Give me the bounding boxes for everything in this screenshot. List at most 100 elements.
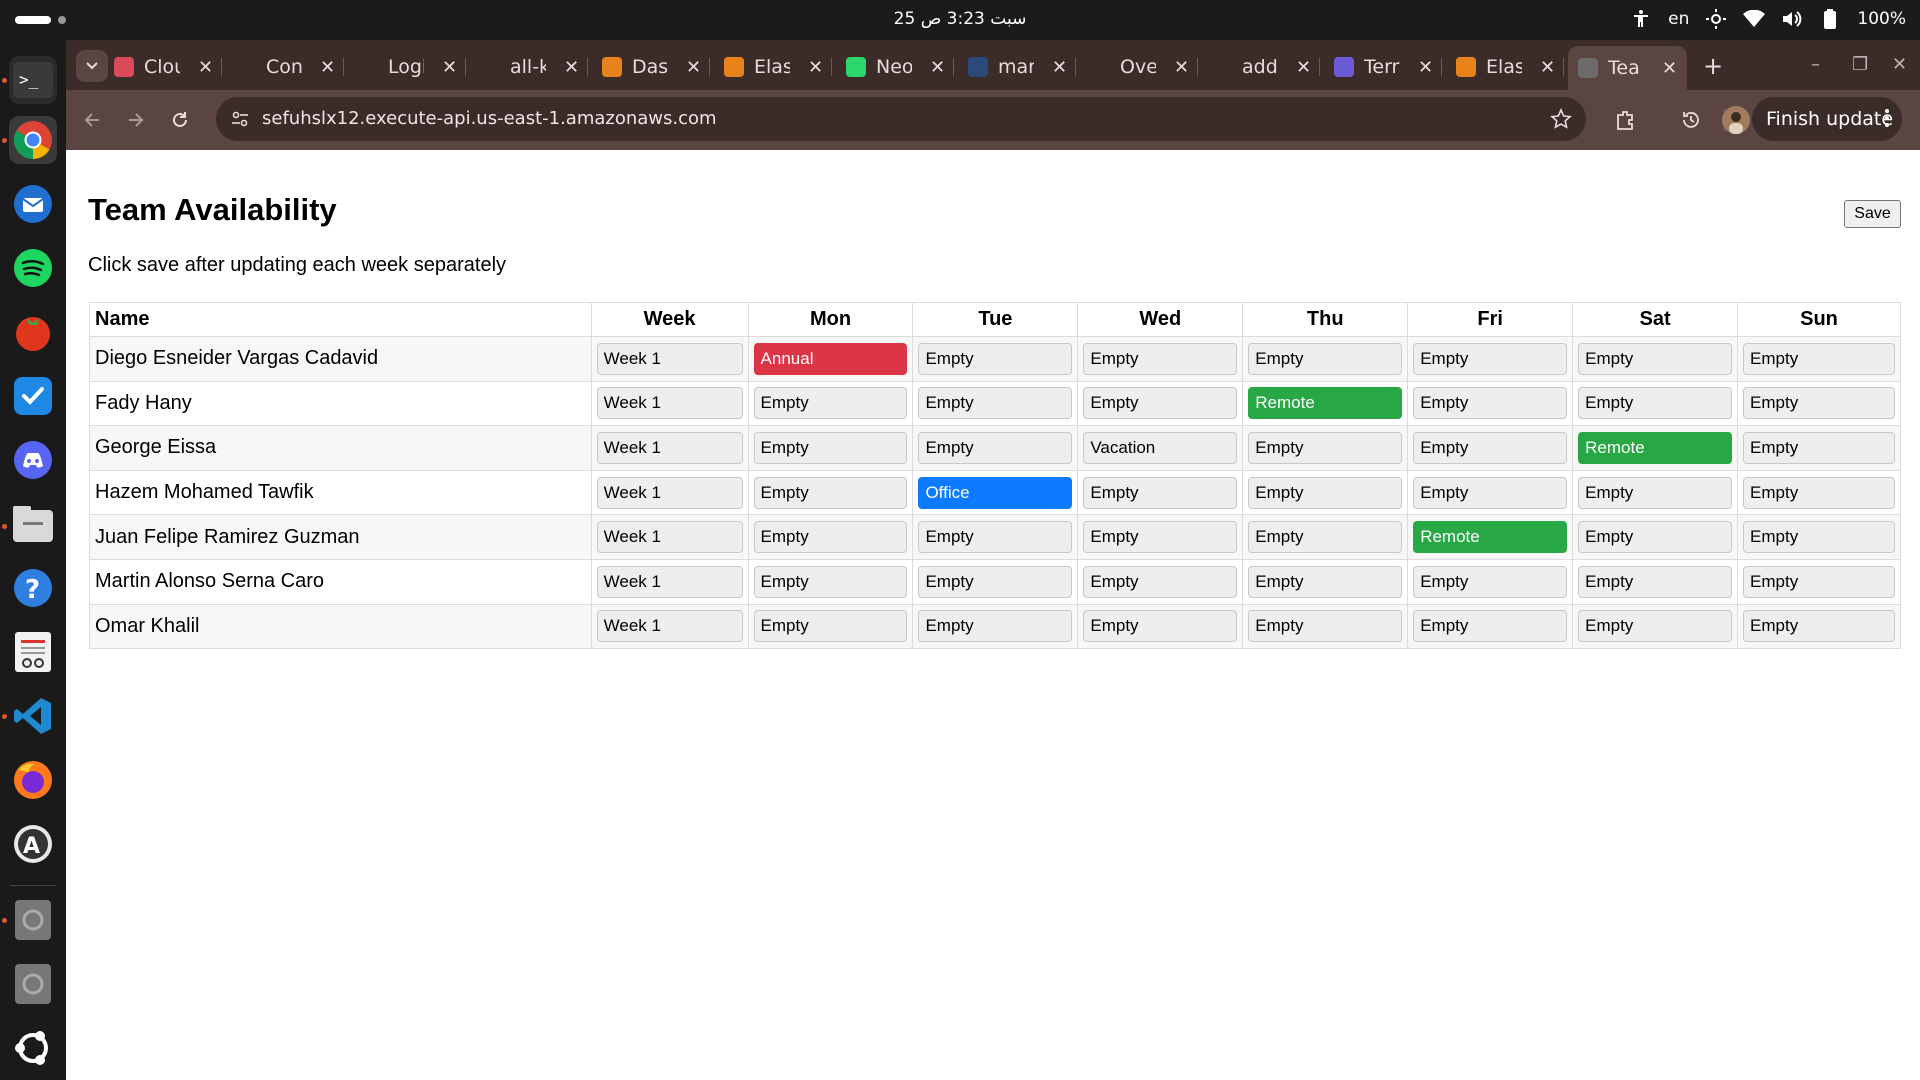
close-tab-icon[interactable]: ✕ <box>198 57 213 78</box>
status-select[interactable]: Empty <box>753 565 908 598</box>
status-select[interactable]: Empty <box>1248 521 1403 554</box>
status-select[interactable]: Remote <box>1413 521 1568 554</box>
status-select[interactable]: Empty <box>1578 387 1733 420</box>
volume-icon[interactable] <box>1781 8 1803 30</box>
status-select[interactable]: Empty <box>918 431 1073 464</box>
firefox-icon[interactable] <box>9 756 57 804</box>
browser-tab[interactable]: Elas ✕ <box>1456 48 1565 86</box>
address-bar[interactable]: sefuhslx12.execute-api.us-east-1.amazona… <box>216 97 1586 141</box>
url-text[interactable]: sefuhslx12.execute-api.us-east-1.amazona… <box>262 108 717 129</box>
close-tab-icon[interactable]: ✕ <box>1662 58 1677 79</box>
ubuntu-apps-icon[interactable] <box>9 1024 57 1072</box>
accessibility-icon[interactable] <box>1630 8 1652 30</box>
language-indicator[interactable]: en <box>1668 9 1689 29</box>
browser-tab[interactable]: add ✕ <box>1212 48 1321 86</box>
close-tab-icon[interactable]: ✕ <box>1174 57 1189 78</box>
status-select[interactable]: Empty <box>1413 610 1568 643</box>
tomato-timer-icon[interactable] <box>9 308 57 356</box>
status-select[interactable]: Empty <box>1413 342 1568 375</box>
kebab-menu-icon[interactable] <box>1884 107 1890 134</box>
status-select[interactable]: Empty <box>1743 342 1895 375</box>
files-icon[interactable] <box>9 500 57 548</box>
status-select[interactable]: Empty <box>1083 342 1238 375</box>
status-select[interactable]: Empty <box>1083 565 1238 598</box>
week-select[interactable]: Week 1 <box>596 521 743 554</box>
battery-icon[interactable] <box>1819 8 1841 30</box>
status-select[interactable]: Empty <box>1743 610 1895 643</box>
status-select[interactable]: Empty <box>1743 387 1895 420</box>
browser-tab[interactable]: Ove ✕ <box>1090 48 1199 86</box>
bookmark-star-icon[interactable] <box>1550 108 1572 134</box>
site-info-icon[interactable] <box>230 109 250 133</box>
status-select[interactable]: Empty <box>918 387 1073 420</box>
help-icon[interactable]: ? <box>9 564 57 612</box>
save-button[interactable]: Save <box>1844 200 1901 228</box>
status-select[interactable]: Empty <box>1578 521 1733 554</box>
close-tab-icon[interactable]: ✕ <box>320 57 335 78</box>
minimize-button[interactable]: – <box>1811 54 1820 75</box>
week-select[interactable]: Week 1 <box>596 387 743 420</box>
week-select[interactable]: Week 1 <box>596 610 743 643</box>
close-tab-icon[interactable]: ✕ <box>1052 57 1067 78</box>
status-select[interactable]: Empty <box>1413 431 1568 464</box>
status-select[interactable]: Empty <box>918 342 1073 375</box>
thunderbird-icon[interactable] <box>9 180 57 228</box>
status-select[interactable]: Empty <box>918 610 1073 643</box>
wifi-icon[interactable] <box>1743 8 1766 30</box>
brightness-icon[interactable] <box>1705 8 1727 30</box>
close-tab-icon[interactable]: ✕ <box>930 57 945 78</box>
status-select[interactable]: Empty <box>1248 431 1403 464</box>
app-center-icon[interactable]: A <box>9 820 57 868</box>
status-select[interactable]: Empty <box>1248 565 1403 598</box>
close-window-button[interactable]: ✕ <box>1892 54 1907 75</box>
extensions-icon[interactable] <box>1611 106 1639 134</box>
new-tab-button[interactable]: + <box>1703 52 1723 80</box>
status-select[interactable]: Remote <box>1578 431 1733 464</box>
close-tab-icon[interactable]: ✕ <box>1296 57 1311 78</box>
terminal-icon[interactable]: >_ <box>9 56 57 104</box>
status-select[interactable]: Empty <box>753 431 908 464</box>
tasks-icon[interactable] <box>9 372 57 420</box>
disk-icon[interactable] <box>9 896 57 944</box>
browser-tab[interactable]: Neo ✕ <box>846 48 955 86</box>
status-select[interactable]: Empty <box>1578 565 1733 598</box>
avatar[interactable] <box>1720 104 1752 136</box>
browser-tab[interactable]: mar ✕ <box>968 48 1077 86</box>
week-select[interactable]: Week 1 <box>596 431 743 464</box>
history-icon[interactable] <box>1677 106 1705 134</box>
status-select[interactable]: Empty <box>1083 610 1238 643</box>
close-tab-icon[interactable]: ✕ <box>686 57 701 78</box>
status-select[interactable]: Empty <box>1413 476 1568 509</box>
document-viewer-icon[interactable] <box>9 628 57 676</box>
browser-tab[interactable]: Tea ✕ <box>1568 46 1688 90</box>
back-icon[interactable] <box>78 106 106 134</box>
tab-search-button[interactable] <box>76 50 108 82</box>
status-select[interactable]: Empty <box>918 521 1073 554</box>
status-select[interactable]: Empty <box>1578 610 1733 643</box>
spotify-icon[interactable] <box>9 244 57 292</box>
reload-icon[interactable] <box>166 106 194 134</box>
status-select[interactable]: Empty <box>753 387 908 420</box>
browser-tab[interactable]: Logi ✕ <box>358 48 467 86</box>
close-tab-icon[interactable]: ✕ <box>808 57 823 78</box>
status-select[interactable]: Empty <box>753 476 908 509</box>
finish-update-button[interactable]: Finish update <box>1752 97 1902 141</box>
status-select[interactable]: Empty <box>753 610 908 643</box>
browser-tab[interactable]: Clou ✕ <box>114 48 223 86</box>
status-select[interactable]: Empty <box>1083 521 1238 554</box>
status-select[interactable]: Empty <box>1083 476 1238 509</box>
status-select[interactable]: Empty <box>1413 387 1568 420</box>
forward-icon[interactable] <box>122 106 150 134</box>
status-select[interactable]: Annual <box>753 342 908 375</box>
status-select[interactable]: Empty <box>753 521 908 554</box>
status-select[interactable]: Empty <box>918 565 1073 598</box>
browser-tab[interactable]: Elas ✕ <box>724 48 833 86</box>
week-select[interactable]: Week 1 <box>596 476 743 509</box>
status-select[interactable]: Empty <box>1413 565 1568 598</box>
status-select[interactable]: Empty <box>1578 476 1733 509</box>
close-tab-icon[interactable]: ✕ <box>442 57 457 78</box>
status-select[interactable]: Empty <box>1248 476 1403 509</box>
close-tab-icon[interactable]: ✕ <box>1418 57 1433 78</box>
week-select[interactable]: Week 1 <box>596 565 743 598</box>
maximize-button[interactable]: ❐ <box>1852 54 1868 75</box>
